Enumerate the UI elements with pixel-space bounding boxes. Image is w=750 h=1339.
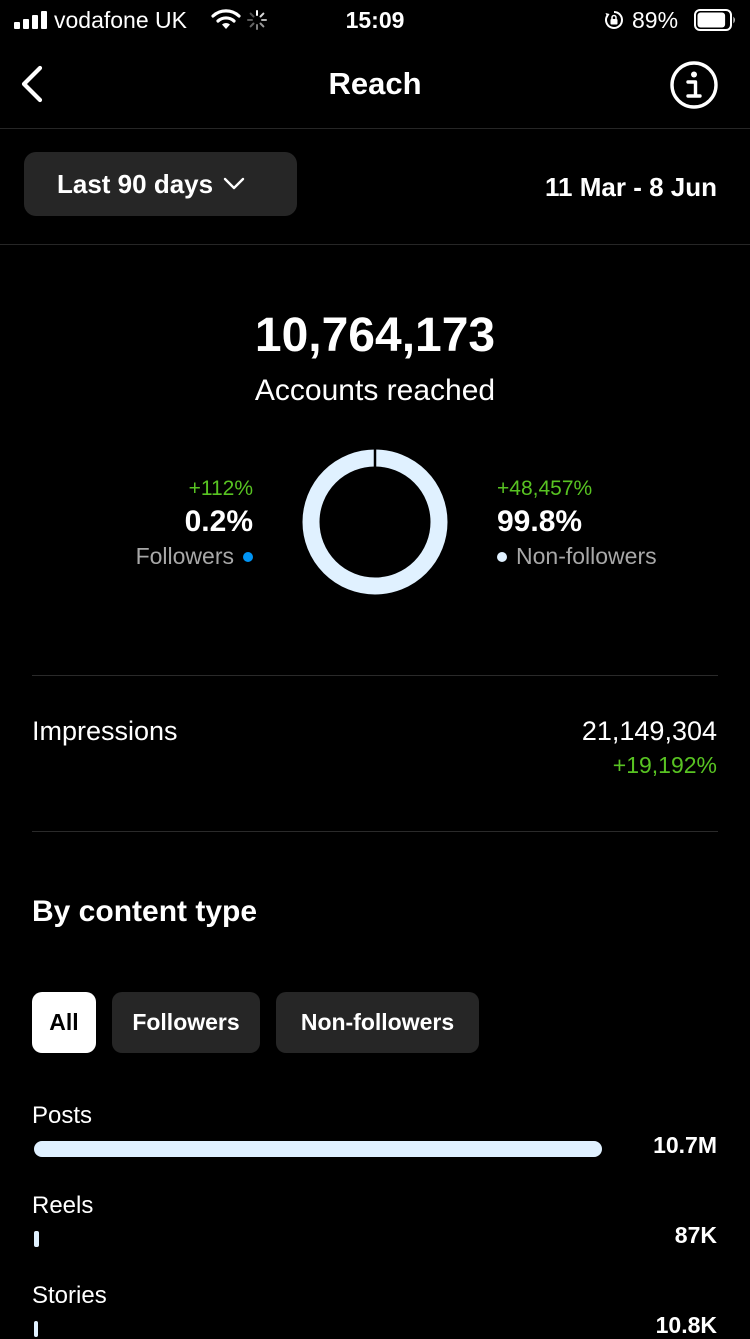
- content-type-bar-track-posts: [34, 1141, 602, 1157]
- donut-non-followers-segment: [302, 449, 448, 595]
- non-followers-percent: 99.8%: [497, 505, 583, 538]
- content-type-value-reels: 87K: [674, 1222, 717, 1248]
- non-followers-change: +48,457%: [497, 477, 593, 500]
- followers-change: +112%: [188, 477, 253, 500]
- date-range-label: Last 90 days: [57, 168, 214, 199]
- section-title-content-type: By content type: [32, 895, 258, 928]
- reach-donut-chart: [302, 449, 448, 595]
- range-divider: [0, 244, 750, 245]
- page-title: Reach: [328, 66, 422, 101]
- content-type-value-posts: 10.7M: [653, 1132, 717, 1158]
- impressions-divider: [32, 831, 718, 832]
- status-bar: vodafone UK 15:09 89%: [0, 0, 750, 42]
- content-type-label-posts: Posts: [32, 1102, 93, 1129]
- followers-dot-icon: [243, 551, 253, 562]
- battery-icon: [694, 9, 735, 31]
- followers-legend: Followers: [136, 543, 253, 570]
- non-followers-dot-icon: [497, 551, 507, 562]
- rotation-lock-icon: [605, 11, 623, 29]
- chevron-down-icon: [223, 177, 245, 190]
- nav-divider: [0, 128, 750, 129]
- non-followers-legend: Non-followers: [497, 543, 657, 570]
- reach-divider: [32, 675, 718, 676]
- date-range-text: 11 Mar - 8 Jun: [545, 172, 717, 202]
- content-type-bar-stories: [34, 1321, 38, 1337]
- content-type-label-stories: Stories: [32, 1282, 107, 1309]
- filter-chip-non-followers[interactable]: Non-followers: [276, 992, 479, 1053]
- filter-chip-followers[interactable]: Followers: [112, 992, 260, 1053]
- content-type-bar-track-reels: [34, 1231, 602, 1247]
- accounts-reached-label: Accounts reached: [254, 374, 496, 407]
- followers-percent: 0.2%: [184, 505, 253, 538]
- battery-percent: 89%: [632, 7, 679, 33]
- impressions-label: Impressions: [32, 716, 178, 746]
- info-icon[interactable]: [668, 59, 720, 111]
- non-followers-legend-label: Non-followers: [516, 543, 657, 569]
- filter-chip-all[interactable]: All: [32, 992, 96, 1053]
- content-type-bar-reels: [34, 1231, 39, 1247]
- content-type-bar-track-stories: [34, 1321, 602, 1337]
- content-type-value-stories: 10.8K: [655, 1312, 717, 1338]
- accounts-reached-total: 10,764,173: [254, 309, 496, 362]
- followers-legend-label: Followers: [135, 543, 234, 569]
- content-type-bar-posts: [34, 1141, 602, 1157]
- content-type-label-reels: Reels: [32, 1192, 94, 1219]
- impressions-value: 21,149,304: [581, 716, 717, 746]
- date-range-dropdown[interactable]: Last 90 days: [24, 152, 297, 216]
- impressions-change: +19,192%: [612, 752, 717, 778]
